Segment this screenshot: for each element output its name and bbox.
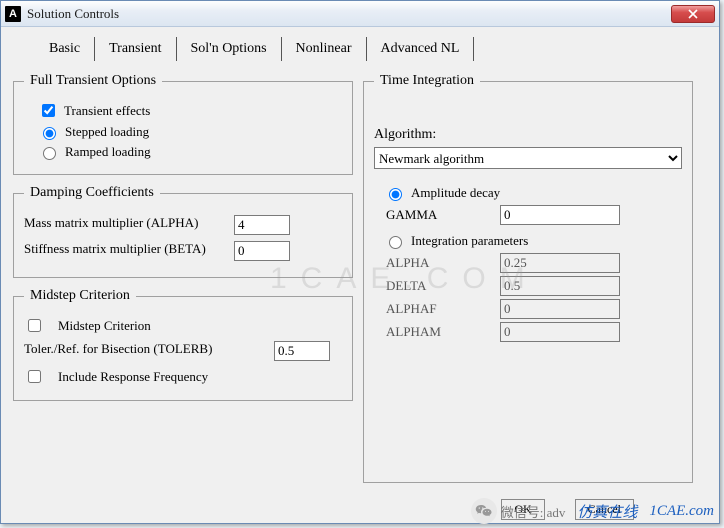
integration-params-radio[interactable] [389, 236, 402, 249]
delta-input [500, 276, 620, 296]
alpha-label: Mass matrix multiplier (ALPHA) [24, 215, 234, 231]
tab-nonlinear[interactable]: Nonlinear [282, 37, 367, 61]
amplitude-decay-radio[interactable] [389, 188, 402, 201]
damping-legend: Damping Coefficients [24, 185, 160, 201]
alphaf-label: ALPHAF [386, 301, 450, 317]
transient-effects-label: Transient effects [64, 103, 150, 119]
beta-input[interactable] [234, 241, 290, 261]
stepped-loading-radio[interactable] [43, 127, 56, 140]
damping-group: Damping Coefficients Mass matrix multipl… [13, 185, 353, 278]
full-transient-group: Full Transient Options Transient effects… [13, 73, 353, 175]
ramped-loading-label: Ramped loading [65, 144, 151, 160]
integration-params-label: Integration parameters [411, 233, 528, 249]
tab-advanced-nl[interactable]: Advanced NL [367, 37, 475, 61]
midstep-legend: Midstep Criterion [24, 288, 136, 304]
solution-controls-window: A Solution Controls Basic Transient Sol'… [0, 0, 720, 524]
stepped-loading-label: Stepped loading [65, 124, 149, 140]
time-integration-legend: Time Integration [374, 73, 480, 89]
tab-transient[interactable]: Transient [95, 37, 176, 61]
alpham-label: ALPHAM [386, 324, 450, 340]
delta-label: DELTA [386, 278, 450, 294]
midstep-criterion-checkbox[interactable] [28, 319, 41, 332]
gamma-input[interactable] [500, 205, 620, 225]
include-resp-freq-label: Include Response Frequency [58, 369, 208, 385]
midstep-group: Midstep Criterion Midstep Criterion Tole… [13, 288, 353, 401]
alpha-ti-input [500, 253, 620, 273]
close-icon [688, 9, 698, 19]
gamma-label: GAMMA [386, 207, 450, 223]
beta-label: Stiffness matrix multiplier (BETA) [24, 241, 234, 257]
include-resp-freq-checkbox[interactable] [28, 370, 41, 383]
amplitude-decay-label: Amplitude decay [411, 185, 500, 201]
ramped-loading-radio[interactable] [43, 147, 56, 160]
tab-bar: Basic Transient Sol'n Options Nonlinear … [35, 37, 707, 61]
tolerb-input[interactable] [274, 341, 330, 361]
tolerb-label: Toler./Ref. for Bisection (TOLERB) [24, 341, 234, 357]
time-integration-group: Time Integration Algorithm: Newmark algo… [363, 73, 693, 483]
alphaf-input [500, 299, 620, 319]
close-button[interactable] [671, 5, 715, 23]
titlebar: A Solution Controls [1, 1, 719, 27]
window-title: Solution Controls [27, 6, 671, 22]
transient-effects-checkbox[interactable] [42, 104, 55, 117]
midstep-criterion-label: Midstep Criterion [58, 318, 151, 334]
tab-soln-options[interactable]: Sol'n Options [177, 37, 282, 61]
full-transient-legend: Full Transient Options [24, 73, 162, 89]
app-icon: A [5, 6, 21, 22]
ok-button[interactable]: OK [501, 499, 544, 520]
alpha-input[interactable] [234, 215, 290, 235]
cancel-button[interactable]: Cancel [575, 499, 634, 520]
alpham-input [500, 322, 620, 342]
algorithm-select[interactable]: Newmark algorithm [374, 147, 682, 169]
tab-basic[interactable]: Basic [35, 37, 95, 61]
algorithm-label: Algorithm: [374, 127, 682, 143]
alpha-ti-label: ALPHA [386, 255, 450, 271]
